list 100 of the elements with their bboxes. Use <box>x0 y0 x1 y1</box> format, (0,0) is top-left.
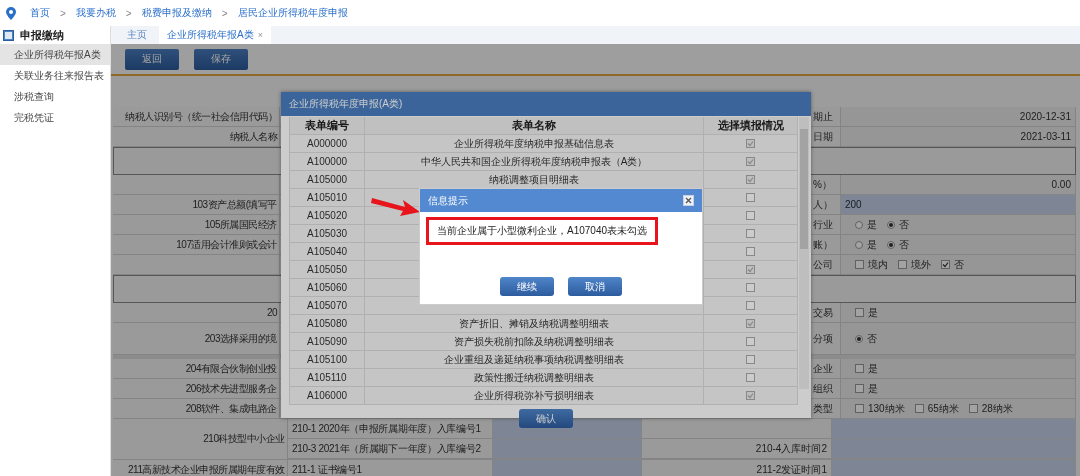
table-cell: A105030 <box>289 225 364 242</box>
radio-icon[interactable] <box>855 220 863 229</box>
radio-button[interactable]: 否 <box>855 331 877 346</box>
input-field[interactable] <box>832 439 1076 458</box>
table-cell: 资产折旧、摊销及纳税调整明细表 <box>364 315 703 332</box>
field-label: 日期 <box>811 127 841 146</box>
close-icon[interactable] <box>683 195 694 206</box>
checkbox-icon[interactable] <box>855 404 864 413</box>
checkbox[interactable] <box>746 175 755 184</box>
input-field[interactable] <box>493 460 642 476</box>
checkbox-icon[interactable] <box>855 308 864 317</box>
checkbox[interactable]: 境内 <box>855 257 888 272</box>
checkbox[interactable]: 28纳米 <box>968 401 1013 416</box>
checkbox[interactable]: 境外 <box>898 257 931 272</box>
radio-icon[interactable] <box>887 220 895 229</box>
table-cell: A105070 <box>289 297 364 314</box>
checkbox-icon[interactable] <box>898 260 907 269</box>
checkbox[interactable] <box>746 265 755 274</box>
checkbox-icon[interactable] <box>855 364 864 373</box>
field-label: 人） <box>811 195 841 214</box>
table-cell: A105090 <box>289 333 364 350</box>
radio-button[interactable]: 否 <box>887 237 909 252</box>
toolbar-button[interactable]: 保存 <box>194 48 248 70</box>
checkbox[interactable] <box>746 391 755 400</box>
checkbox[interactable]: 是 <box>855 381 878 396</box>
option-label[interactable]: 否 <box>899 217 909 232</box>
checkbox[interactable] <box>746 193 755 202</box>
checkbox[interactable]: 65纳米 <box>914 401 959 416</box>
table-cell: A105000 <box>289 171 364 188</box>
table-cell: A105110 <box>289 369 364 386</box>
option-label[interactable]: 是 <box>867 217 877 232</box>
checkbox[interactable] <box>746 319 755 328</box>
option-label[interactable]: 是 <box>868 361 878 376</box>
checkbox[interactable] <box>746 373 755 382</box>
input-field[interactable] <box>832 419 1076 438</box>
table-cell: 中华人民共和国企业所得税年度纳税申报表（A类） <box>364 153 703 170</box>
option-label[interactable]: 是 <box>868 305 878 320</box>
breadcrumb-link[interactable]: 税费申报及缴纳 <box>141 6 212 20</box>
checkbox-icon[interactable] <box>941 260 950 269</box>
option-label[interactable]: 是 <box>868 381 878 396</box>
radio-icon[interactable] <box>855 334 863 343</box>
checkbox[interactable] <box>746 301 755 310</box>
tab[interactable]: 企业所得税年报A类 × <box>159 26 271 44</box>
option-label[interactable]: 否 <box>954 257 964 272</box>
breadcrumb-link[interactable]: 居民企业所得税年度申报 <box>237 6 348 20</box>
option-label[interactable]: 65纳米 <box>927 401 959 416</box>
option-label[interactable]: 境外 <box>911 257 931 272</box>
field-label: 211-2发证时间1 <box>642 460 832 476</box>
field-label: 208软件、集成电路企 <box>113 399 280 418</box>
radio-icon[interactable] <box>887 240 895 249</box>
dialog-button[interactable]: 继续 <box>500 277 554 296</box>
alert-title: 信息提示 <box>428 193 468 208</box>
checkbox[interactable] <box>746 355 755 364</box>
input-field[interactable] <box>832 460 1076 476</box>
checkbox[interactable]: 是 <box>855 305 878 320</box>
checkbox[interactable] <box>746 211 755 220</box>
sidebar-item[interactable]: 企业所得税年报A类 <box>0 44 110 65</box>
radio-icon[interactable] <box>855 240 863 249</box>
table-cell: 资产损失税前扣除及纳税调整明细表 <box>364 333 703 350</box>
field-label: 期止 <box>811 107 841 126</box>
option-label[interactable]: 否 <box>899 237 909 252</box>
sidebar-item[interactable]: 涉税查询 <box>0 86 110 107</box>
field-label: 210科技型中小企业 <box>113 419 288 459</box>
scrollbar[interactable] <box>799 117 809 389</box>
breadcrumb-link[interactable]: 首页 <box>30 6 50 20</box>
input-field[interactable] <box>493 439 642 458</box>
checkbox[interactable]: 否 <box>941 257 964 272</box>
option-label[interactable]: 否 <box>867 331 877 346</box>
breadcrumb-link[interactable]: 我要办税 <box>75 6 116 20</box>
dialog-button[interactable]: 取消 <box>568 277 622 296</box>
sidebar-item[interactable]: 完税凭证 <box>0 107 110 128</box>
column-header: 表单编号 <box>289 117 364 134</box>
radio-button[interactable]: 是 <box>855 217 877 232</box>
option-label[interactable]: 是 <box>867 237 877 252</box>
checkbox[interactable] <box>746 229 755 238</box>
toolbar-button[interactable]: 返回 <box>125 48 179 70</box>
checkbox[interactable] <box>746 337 755 346</box>
option-label[interactable]: 28纳米 <box>981 401 1013 416</box>
checkbox[interactable] <box>746 157 755 166</box>
sidebar-item[interactable]: 关联业务往来报告表 <box>0 65 110 86</box>
checkbox-icon[interactable] <box>855 260 864 269</box>
radio-button[interactable]: 是 <box>855 237 877 252</box>
location-pin-icon <box>6 6 16 20</box>
tab[interactable]: 主页 <box>119 26 155 44</box>
table-cell: 企业所得税弥补亏损明细表 <box>364 387 703 404</box>
checkbox-icon[interactable] <box>968 404 978 413</box>
option-label[interactable]: 130纳米 <box>868 401 905 416</box>
checkbox[interactable]: 130纳米 <box>855 401 905 416</box>
table-cell: A000000 <box>289 135 364 152</box>
checkbox-icon[interactable] <box>855 384 864 393</box>
checkbox-icon[interactable] <box>914 404 924 413</box>
checkbox[interactable]: 是 <box>855 361 878 376</box>
radio-button[interactable]: 否 <box>887 217 909 232</box>
input-field[interactable]: 200 <box>841 195 1076 214</box>
checkbox[interactable] <box>746 247 755 256</box>
confirm-button[interactable]: 确认 <box>519 409 573 428</box>
checkbox[interactable] <box>746 283 755 292</box>
table-cell: A105080 <box>289 315 364 332</box>
checkbox[interactable] <box>746 139 755 148</box>
option-label[interactable]: 境内 <box>868 257 888 272</box>
